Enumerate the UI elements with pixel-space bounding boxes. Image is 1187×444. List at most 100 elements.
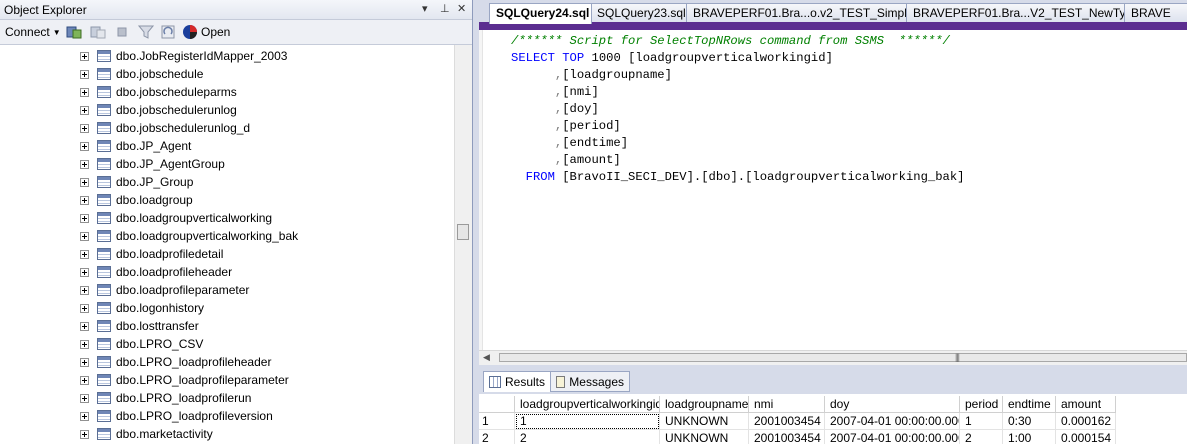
- tree-node-table[interactable]: dbo.loadgroupverticalworking_bak: [80, 227, 298, 245]
- tree-node-table[interactable]: dbo.LPRO_loadprofileheader: [80, 353, 271, 371]
- open-button[interactable]: Open: [182, 23, 230, 41]
- grid-cell[interactable]: 2007-04-01 00:00:00.000: [825, 413, 960, 430]
- tree-node-table[interactable]: dbo.jobschedule: [80, 65, 203, 83]
- stop-icon[interactable]: [114, 23, 130, 41]
- tree-node-table[interactable]: dbo.LPRO_loadprofilerun: [80, 389, 251, 407]
- tree-node-table[interactable]: dbo.logonhistory: [80, 299, 204, 317]
- expand-plus-icon[interactable]: [80, 393, 89, 403]
- column-header[interactable]: loadgroupverticalworkingid: [515, 396, 660, 413]
- expand-plus-icon[interactable]: [80, 339, 89, 349]
- grid-cell[interactable]: 2: [960, 430, 1003, 444]
- expand-plus-icon[interactable]: [80, 105, 89, 115]
- expand-plus-icon[interactable]: [80, 69, 89, 79]
- auto-hide-pin-icon[interactable]: ⊥: [440, 2, 450, 15]
- expand-plus-icon[interactable]: [80, 87, 89, 97]
- tab-results[interactable]: Results: [483, 371, 551, 392]
- window-position-dropdown-icon[interactable]: ▾: [422, 2, 428, 15]
- tree-node-table[interactable]: dbo.JobRegisterIdMapper_2003: [80, 47, 287, 65]
- tree-node-table[interactable]: dbo.JP_AgentGroup: [80, 155, 225, 173]
- tree-node-table[interactable]: dbo.loadprofiledetail: [80, 245, 223, 263]
- table-icon: [97, 194, 111, 206]
- scroll-left-icon[interactable]: ◀: [483, 352, 490, 363]
- grid-cell[interactable]: UNKNOWN: [660, 413, 749, 430]
- expand-plus-icon[interactable]: [80, 249, 89, 259]
- table-icon: [97, 140, 111, 152]
- grid-cell[interactable]: 1: [515, 413, 660, 430]
- tree-node-table[interactable]: dbo.jobschedulerunlog: [80, 101, 237, 119]
- connect-server-icon[interactable]: [66, 23, 82, 41]
- column-header[interactable]: amount: [1056, 396, 1116, 413]
- tree-node-table[interactable]: dbo.jobscheduleparms: [80, 83, 237, 101]
- expand-plus-icon[interactable]: [80, 411, 89, 421]
- tree-node-table[interactable]: dbo.LPRO_CSV: [80, 335, 203, 353]
- grid-cell[interactable]: 0.000154: [1056, 430, 1116, 444]
- column-header[interactable]: endtime: [1003, 396, 1056, 413]
- column-header[interactable]: doy: [825, 396, 960, 413]
- tree-node-table[interactable]: dbo.LPRO_loadprofileversion: [80, 407, 273, 425]
- document-tab[interactable]: SQLQuery23.sql*: [590, 3, 688, 22]
- refresh-icon[interactable]: [160, 23, 176, 41]
- tree-node-table[interactable]: dbo.loadgroupverticalworking: [80, 209, 272, 227]
- expand-plus-icon[interactable]: [80, 375, 89, 385]
- column-header[interactable]: nmi: [749, 396, 825, 413]
- close-panel-icon[interactable]: ✕: [457, 2, 466, 15]
- expand-plus-icon[interactable]: [80, 303, 89, 313]
- filter-icon[interactable]: [138, 23, 154, 41]
- tree-node-table[interactable]: dbo.JP_Agent: [80, 137, 191, 155]
- grid-cell[interactable]: 2001003454: [749, 413, 825, 430]
- scrollbar-thumb[interactable]: |||: [499, 352, 1187, 362]
- grid-cell[interactable]: 1: [960, 413, 1003, 430]
- expand-plus-icon[interactable]: [80, 267, 89, 277]
- expand-plus-icon[interactable]: [80, 51, 89, 61]
- row-number[interactable]: 2: [479, 430, 515, 444]
- row-number[interactable]: 1: [479, 413, 515, 430]
- grid-cell[interactable]: 2: [515, 430, 660, 444]
- expand-plus-icon[interactable]: [80, 123, 89, 133]
- table-icon: [97, 428, 111, 440]
- results-grid[interactable]: loadgroupverticalworkingid loadgroupname n…: [479, 394, 1187, 444]
- tree-node-table[interactable]: dbo.losttransfer: [80, 317, 199, 335]
- grid-cell[interactable]: UNKNOWN: [660, 430, 749, 444]
- grid-cell[interactable]: 1:00: [1003, 430, 1056, 444]
- document-tab[interactable]: BRAVEPERF01.Bra...o.v2_TEST_Simple: [686, 3, 908, 22]
- tree-node-table[interactable]: dbo.LPRO_loadprofileparameter: [80, 371, 289, 389]
- open-label: Open: [201, 25, 231, 39]
- document-tab[interactable]: BRAVEPERF01.Bra...V2_TEST_NewType: [906, 3, 1126, 22]
- document-tab[interactable]: BRAVE: [1124, 3, 1187, 22]
- column-header[interactable]: loadgroupname: [660, 396, 749, 413]
- expand-plus-icon[interactable]: [80, 285, 89, 295]
- connect-dropdown-button[interactable]: Connect ▼: [5, 23, 61, 41]
- tree-node-table[interactable]: dbo.JP_Group: [80, 173, 193, 191]
- tree-node-table[interactable]: dbo.jobschedulerunlog_d: [80, 119, 250, 137]
- tree-node-table[interactable]: dbo.loadprofileheader: [80, 263, 232, 281]
- tree-vertical-scrollbar[interactable]: [454, 45, 472, 444]
- tab-messages[interactable]: Messages: [550, 371, 630, 392]
- column-header[interactable]: period: [960, 396, 1003, 413]
- grid-cell[interactable]: 2007-04-01 00:00:00.000: [825, 430, 960, 444]
- document-tab[interactable]: SQLQuery24.sql: [489, 3, 592, 24]
- tree-node-label: dbo.loadgroupverticalworking: [116, 211, 273, 225]
- expand-plus-icon[interactable]: [80, 195, 89, 205]
- expand-plus-icon[interactable]: [80, 429, 89, 439]
- expand-plus-icon[interactable]: [80, 213, 89, 223]
- expand-plus-icon[interactable]: [80, 231, 89, 241]
- scrollbar-thumb[interactable]: [457, 224, 469, 240]
- tree-node-table[interactable]: dbo.loadgroup: [80, 191, 193, 209]
- object-explorer-panel: Object Explorer ▾ ⊥ ✕ Connect ▼ Open dbo…: [0, 0, 473, 444]
- expand-plus-icon[interactable]: [80, 177, 89, 187]
- expand-plus-icon[interactable]: [80, 159, 89, 169]
- grid-cell[interactable]: 0:30: [1003, 413, 1056, 430]
- query-editor[interactable]: /****** Script for SelectTopNRows comman…: [479, 30, 1187, 350]
- grid-cell[interactable]: 2001003454: [749, 430, 825, 444]
- expand-plus-icon[interactable]: [80, 141, 89, 151]
- column-line: [loadgroupname]: [562, 68, 672, 82]
- tree-node-table[interactable]: dbo.loadprofileparameter: [80, 281, 249, 299]
- expand-plus-icon[interactable]: [80, 321, 89, 331]
- editor-horizontal-scrollbar[interactable]: ◀ |||: [479, 350, 1187, 365]
- tree-node-label: dbo.LPRO_CSV: [116, 337, 204, 351]
- disconnect-server-icon[interactable]: [90, 23, 106, 41]
- tree-node-table[interactable]: dbo.marketactivity: [80, 425, 213, 443]
- expand-plus-icon[interactable]: [80, 357, 89, 367]
- grid-cell[interactable]: 0.000162: [1056, 413, 1116, 430]
- grid-corner-cell[interactable]: [479, 396, 515, 413]
